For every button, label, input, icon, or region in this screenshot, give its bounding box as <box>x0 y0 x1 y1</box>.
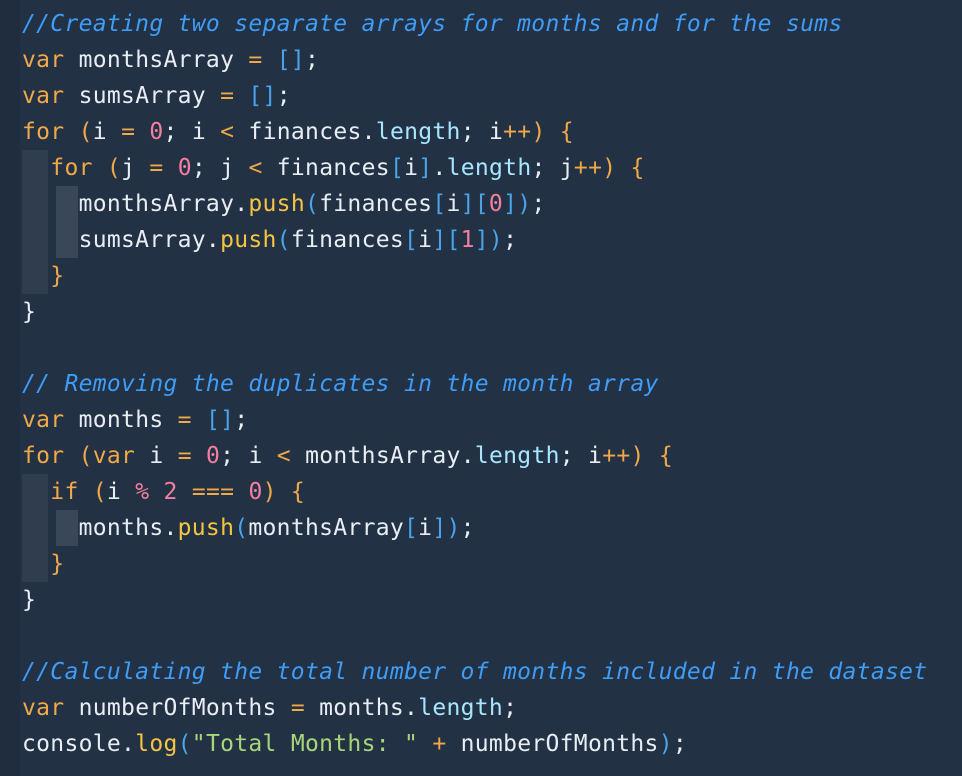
function-call: push <box>220 227 277 253</box>
property: length <box>446 155 532 181</box>
identifier: console <box>22 731 122 757</box>
identifier: j <box>121 155 136 181</box>
keyword: var <box>22 83 65 109</box>
code-line: console.log("Total Months: " + numberOfM… <box>22 731 687 757</box>
code-line: } <box>50 551 65 577</box>
code-line: var sumsArray = []; <box>22 83 291 109</box>
keyword: var <box>22 47 65 73</box>
identifier: sumsArray <box>78 83 206 109</box>
keyword: var <box>92 443 136 469</box>
code-line-comment: //Creating two separate arrays for month… <box>22 6 843 42</box>
identifier: j <box>220 155 235 181</box>
identifier: months <box>78 515 164 541</box>
code-line-comment: //Calculating the total number of months… <box>22 654 927 690</box>
identifier: monthsArray <box>78 191 235 217</box>
code-line: } <box>22 299 37 325</box>
property: length <box>418 695 504 721</box>
number: 2 <box>163 479 178 505</box>
identifier: i <box>404 155 419 181</box>
identifier: numberOfMonths <box>78 695 277 721</box>
identifier: finances <box>319 191 433 217</box>
code-line: if (i % 2 === 0) { <box>50 479 306 505</box>
identifier: monthsArray <box>305 443 461 469</box>
property: length <box>474 443 560 469</box>
comment: //Creating two separate arrays for month… <box>22 11 843 37</box>
identifier: i <box>149 443 164 469</box>
keyword: var <box>22 407 65 433</box>
identifier: i <box>92 119 107 145</box>
identifier: i <box>418 227 433 253</box>
function-call: push <box>248 191 305 217</box>
keyword: var <box>22 695 65 721</box>
identifier: i <box>248 443 263 469</box>
code-line: for (i = 0; i < finances.length; i++) { <box>22 119 574 145</box>
editor-gutter <box>0 0 20 776</box>
identifier: monthsArray <box>248 515 405 541</box>
code-line: } <box>22 587 37 613</box>
identifier: i <box>588 443 603 469</box>
code-line: monthsArray.push(finances[i][0]); <box>78 191 546 217</box>
identifier: j <box>559 155 574 181</box>
number: 0 <box>149 119 164 145</box>
identifier: finances <box>248 119 362 145</box>
number: 0 <box>206 443 221 469</box>
keyword: for <box>22 443 65 469</box>
number: 1 <box>460 227 475 253</box>
string-literal: "Total Months: " <box>191 731 419 757</box>
identifier: numberOfMonths <box>460 731 659 757</box>
code-line: var numberOfMonths = months.length; <box>22 695 518 721</box>
keyword: for <box>22 119 65 145</box>
identifier: monthsArray <box>78 47 235 73</box>
keyword: if <box>50 479 79 505</box>
property: length <box>375 119 461 145</box>
number: 0 <box>488 191 504 217</box>
code-editor[interactable]: //Creating two separate arrays for month… <box>0 0 962 776</box>
keyword: for <box>50 155 93 181</box>
code-line: for (j = 0; j < finances[i].length; j++)… <box>50 155 645 181</box>
identifier: sumsArray <box>78 227 206 253</box>
number: 0 <box>177 155 192 181</box>
function-call: push <box>177 515 235 541</box>
code-line: var monthsArray = []; <box>22 47 320 73</box>
code-line: var months = []; <box>22 407 249 433</box>
code-line: } <box>50 263 65 289</box>
code-line-comment: // Removing the duplicates in the month … <box>22 366 659 402</box>
code-line: sumsArray.push(finances[i][1]); <box>78 227 518 253</box>
identifier: i <box>191 119 206 145</box>
identifier: finances <box>276 155 390 181</box>
identifier: i <box>106 479 122 505</box>
identifier: months <box>78 407 164 433</box>
identifier: i <box>446 191 461 217</box>
function-call: log <box>135 731 178 757</box>
identifier: i <box>489 119 504 145</box>
identifier: i <box>418 515 433 541</box>
identifier: finances <box>290 227 405 253</box>
comment: // Removing the duplicates in the month … <box>22 371 659 397</box>
number: 0 <box>248 479 263 505</box>
code-line: months.push(monthsArray[i]); <box>78 515 475 541</box>
code-line: for (var i = 0; i < monthsArray.length; … <box>22 443 673 469</box>
identifier: months <box>319 695 405 721</box>
comment: //Calculating the total number of months… <box>22 659 928 685</box>
